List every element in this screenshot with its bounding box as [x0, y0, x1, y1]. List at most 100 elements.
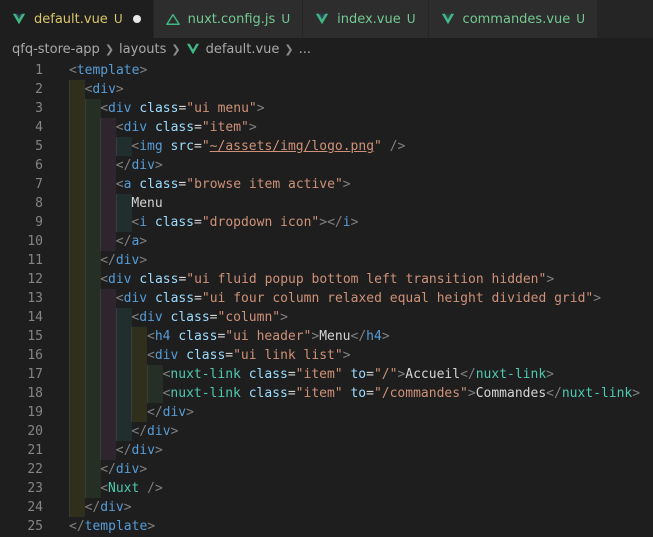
code-line[interactable]: 8 Menu — [0, 194, 653, 213]
unsaved-dot-icon[interactable] — [132, 15, 141, 23]
indent-guide — [115, 365, 132, 384]
code-token: class — [248, 367, 288, 382]
code-token: div — [131, 443, 155, 458]
code-line[interactable]: 19 </div> — [0, 403, 653, 422]
line-number: 23 — [27, 481, 43, 496]
indent-guide — [131, 365, 148, 384]
line-number: 18 — [27, 386, 43, 401]
code-line[interactable]: 2 <div> — [0, 80, 653, 99]
code-text: <div class="ui menu"> — [100, 99, 264, 118]
code-token: Commandes — [475, 386, 547, 401]
code-token: class — [154, 215, 195, 230]
editor-tab-bar: default.vue U nuxt.config.js U index.vue… — [0, 0, 653, 38]
code-token: > — [381, 329, 390, 344]
indent-guide — [115, 308, 132, 327]
git-status-badge: U — [406, 12, 416, 26]
code-line[interactable]: 20 </div> — [0, 422, 653, 441]
vue-icon — [315, 13, 329, 25]
indent-guide — [69, 460, 85, 479]
code-line[interactable]: 12 <div class="ui fluid popup bottom left… — [0, 270, 653, 289]
code-text: </div> — [100, 251, 147, 270]
indent-guide — [84, 175, 101, 194]
code-token: template — [84, 519, 148, 534]
code-token: < — [100, 481, 109, 496]
chevron-right-icon: ❯ — [104, 42, 115, 56]
breadcrumb-symbols[interactable]: ... — [299, 42, 311, 57]
code-token: class — [154, 291, 195, 306]
indent-guide — [84, 289, 101, 308]
code-token: </ — [69, 519, 85, 534]
code-line[interactable]: 14 <div class="column"> — [0, 308, 653, 327]
indent-guide — [69, 80, 85, 99]
code-token: > — [154, 158, 163, 173]
vue-icon — [186, 43, 199, 55]
code-line[interactable]: 16 <div class="ui link list"> — [0, 346, 653, 365]
indent-guide — [69, 498, 85, 517]
line-number: 24 — [27, 500, 43, 515]
code-text: </a> — [116, 232, 147, 251]
code-line[interactable]: 24 </div> — [0, 498, 653, 517]
code-token: > — [593, 291, 602, 306]
code-line[interactable]: 21 </div> — [0, 441, 653, 460]
code-token: = — [287, 367, 296, 382]
code-token: < — [100, 272, 109, 287]
code-line[interactable]: 6 </div> — [0, 156, 653, 175]
code-token: > — [139, 462, 148, 477]
code-token: = — [366, 386, 374, 401]
indent-guide — [69, 384, 85, 403]
code-text: <div class="ui link list"> — [147, 346, 351, 365]
code-token: "/commandes" — [373, 386, 468, 401]
breadcrumb-folder[interactable]: layouts — [119, 42, 166, 57]
tab-index-vue[interactable]: index.vue U — [303, 0, 429, 38]
code-editor[interactable]: 1 <template> 2 <div> 3 <div class="ui menu"> 4… — [0, 60, 653, 537]
indent-guide — [84, 441, 101, 460]
code-line[interactable]: 9 <i class="dropdown icon"></i> — [0, 213, 653, 232]
indent-guide — [69, 251, 85, 270]
indent-guide — [100, 441, 117, 460]
code-line[interactable]: 18 <nuxt-link class="item" to="/commandes… — [0, 384, 653, 403]
code-line[interactable]: 17 <nuxt-link class="item" to="/">Accueil… — [0, 365, 653, 384]
code-line[interactable]: 13 <div class="ui four column relaxed equ… — [0, 289, 653, 308]
indent-guide — [84, 308, 101, 327]
code-line[interactable]: 23 <Nuxt /> — [0, 479, 653, 498]
code-token: nuxt-link — [170, 386, 241, 401]
code-line[interactable]: 11 </div> — [0, 251, 653, 270]
indent-guide — [84, 403, 101, 422]
code-line[interactable]: 1 <template> — [0, 61, 653, 80]
code-token: Nuxt — [108, 481, 140, 496]
code-token: </ — [460, 367, 476, 382]
indent-guide — [84, 232, 101, 251]
indent-guide — [69, 422, 85, 441]
tab-default-vue[interactable]: default.vue U — [0, 0, 154, 38]
code-line[interactable]: 15 <h4 class="ui header">Menu</h4> — [0, 327, 653, 346]
code-line[interactable]: 10 </a> — [0, 232, 653, 251]
breadcrumb-root[interactable]: qfq-store-app — [12, 42, 100, 57]
tab-commandes-vue[interactable]: commandes.vue U — [428, 0, 599, 38]
code-token: img — [139, 139, 163, 154]
tab-label: commandes.vue — [462, 11, 571, 27]
code-token: "item" — [201, 120, 249, 135]
code-token: "ui four column relaxed equal height div… — [201, 291, 594, 306]
code-line[interactable]: 4 <div class="item"> — [0, 118, 653, 137]
indent-guide — [84, 194, 101, 213]
code-line[interactable]: 22 </div> — [0, 460, 653, 479]
code-line[interactable]: 7 <a class="browse item active"> — [0, 175, 653, 194]
code-line[interactable]: 3 <div class="ui menu"> — [0, 99, 653, 118]
code-line[interactable]: 25 </template> — [0, 517, 653, 536]
indent-guide — [100, 308, 117, 327]
code-token: div — [100, 500, 124, 515]
tab-nuxt-config-js[interactable]: nuxt.config.js U — [153, 0, 304, 38]
code-token: < — [100, 101, 109, 116]
breadcrumb: qfq-store-app ❯ layouts ❯ default.vue ❯ … — [0, 38, 653, 60]
code-text: <div class="column"> — [131, 308, 288, 327]
code-token: > — [147, 519, 156, 534]
code-line[interactable]: 5 <img src="~/assets/img/logo.png" /> — [0, 137, 653, 156]
indent-guide — [84, 422, 101, 441]
code-token: div — [162, 405, 187, 420]
code-text: <div> — [85, 80, 124, 99]
breadcrumb-file[interactable]: default.vue — [206, 42, 280, 57]
